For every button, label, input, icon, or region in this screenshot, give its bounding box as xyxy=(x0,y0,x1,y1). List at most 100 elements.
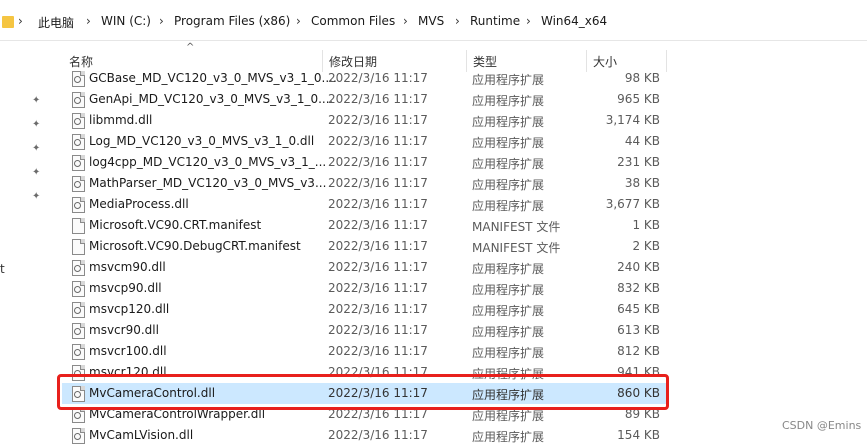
file-name: msvcr100.dll xyxy=(89,344,167,358)
file-type: 应用程序扩展 xyxy=(472,430,545,444)
chevron-right-icon[interactable]: › xyxy=(159,14,164,28)
file-size: 240 KB xyxy=(617,260,660,274)
pin-icon[interactable]: ✦ xyxy=(32,192,42,202)
dll-file-icon xyxy=(72,260,85,276)
file-date: 2022/3/16 11:17 xyxy=(328,323,428,337)
file-size: 38 KB xyxy=(624,176,660,190)
breadcrumb-item[interactable]: Runtime xyxy=(470,14,520,28)
chevron-right-icon[interactable]: › xyxy=(403,14,408,28)
file-row[interactable]: Log_MD_VC120_v3_0_MVS_v3_1_0.dll 2022/3/1… xyxy=(62,131,668,152)
manifest-file-icon xyxy=(72,218,85,234)
chevron-right-icon[interactable]: › xyxy=(526,14,531,28)
file-date: 2022/3/16 11:17 xyxy=(328,176,428,190)
file-date: 2022/3/16 11:17 xyxy=(328,71,428,85)
file-date: 2022/3/16 11:17 xyxy=(328,344,428,358)
breadcrumb-item[interactable]: 此电脑 xyxy=(38,14,74,31)
file-type: MANIFEST 文件 xyxy=(472,241,561,255)
file-type: 应用程序扩展 xyxy=(472,178,545,192)
dll-file-icon xyxy=(72,302,85,318)
file-name: msvcr90.dll xyxy=(89,323,159,337)
chevron-right-icon[interactable]: › xyxy=(455,14,460,28)
file-type: 应用程序扩展 xyxy=(472,325,545,339)
breadcrumb-item[interactable]: MVS xyxy=(418,14,444,28)
sort-ascending-icon: ^ xyxy=(186,42,195,53)
file-type: 应用程序扩展 xyxy=(472,304,545,318)
file-row[interactable]: msvcp120.dll 2022/3/16 11:17 应用程序扩展 645 KB xyxy=(62,299,668,320)
file-date: 2022/3/16 11:17 xyxy=(328,428,428,442)
file-date: 2022/3/16 11:17 xyxy=(328,113,428,127)
file-row[interactable]: msvcr90.dll 2022/3/16 11:17 应用程序扩展 613 KB xyxy=(62,320,668,341)
dll-file-icon xyxy=(72,92,85,108)
file-name: Microsoft.VC90.DebugCRT.manifest xyxy=(89,239,301,253)
file-date: 2022/3/16 11:17 xyxy=(328,92,428,106)
folder-icon xyxy=(2,16,14,28)
dll-file-icon xyxy=(72,197,85,213)
file-type: 应用程序扩展 xyxy=(472,136,545,150)
file-type: 应用程序扩展 xyxy=(472,346,545,360)
file-name: MediaProcess.dll xyxy=(89,197,189,211)
dll-file-icon xyxy=(72,344,85,360)
file-name: log4cpp_MD_VC120_v3_0_MVS_v3_1_... xyxy=(89,155,327,169)
file-size: 3,174 KB xyxy=(605,113,660,127)
file-row[interactable]: GenApi_MD_VC120_v3_0_MVS_v3_1_0.... 2022/… xyxy=(62,89,668,110)
file-size: 231 KB xyxy=(617,155,660,169)
file-row[interactable]: Microsoft.VC90.DebugCRT.manifest 2022/3/1… xyxy=(62,236,668,257)
chevron-right-icon[interactable]: › xyxy=(86,14,91,28)
pin-icon[interactable]: ✦ xyxy=(32,144,42,154)
file-name: msvcm90.dll xyxy=(89,260,166,274)
nav-pane-item[interactable]: t xyxy=(0,262,5,276)
dll-file-icon xyxy=(72,113,85,129)
file-date: 2022/3/16 11:17 xyxy=(328,197,428,211)
file-date: 2022/3/16 11:17 xyxy=(328,218,428,232)
file-size: 2 KB xyxy=(632,239,660,253)
file-type: 应用程序扩展 xyxy=(472,115,545,129)
file-row[interactable]: MediaProcess.dll 2022/3/16 11:17 应用程序扩展 3,6… xyxy=(62,194,668,215)
pin-icon[interactable]: ✦ xyxy=(32,168,42,178)
file-size: 154 KB xyxy=(617,428,660,442)
file-date: 2022/3/16 11:17 xyxy=(328,134,428,148)
file-size: 98 KB xyxy=(624,71,660,85)
pin-icon[interactable]: ✦ xyxy=(32,120,42,130)
file-row[interactable]: libmmd.dll 2022/3/16 11:17 应用程序扩展 3,174 KB xyxy=(62,110,668,131)
file-name: Microsoft.VC90.CRT.manifest xyxy=(89,218,262,232)
highlight-annotation xyxy=(57,374,669,410)
file-name: GenApi_MD_VC120_v3_0_MVS_v3_1_0.... xyxy=(89,92,334,106)
file-size: 1 KB xyxy=(632,218,660,232)
breadcrumb-item[interactable]: Common Files xyxy=(311,14,395,28)
file-row[interactable]: log4cpp_MD_VC120_v3_0_MVS_v3_1_... 2022/3… xyxy=(62,152,668,173)
file-type: 应用程序扩展 xyxy=(472,262,545,276)
dll-file-icon xyxy=(72,71,85,87)
file-size: 44 KB xyxy=(624,134,660,148)
file-row[interactable]: msvcp90.dll 2022/3/16 11:17 应用程序扩展 832 KB xyxy=(62,278,668,299)
chevron-right-icon[interactable]: › xyxy=(296,14,301,28)
file-date: 2022/3/16 11:17 xyxy=(328,155,428,169)
breadcrumb-item[interactable]: Program Files (x86) xyxy=(174,14,290,28)
chevron-right-icon[interactable]: › xyxy=(18,14,23,28)
pin-icon[interactable]: ✦ xyxy=(32,96,42,106)
file-row[interactable]: MvCamLVision.dll 2022/3/16 11:17 应用程序扩展 154… xyxy=(62,425,668,446)
file-size: 832 KB xyxy=(617,281,660,295)
address-bar[interactable]: › 此电脑 › WIN (C:) › Program Files (x86) ›… xyxy=(0,0,867,41)
file-date: 2022/3/16 11:17 xyxy=(328,239,428,253)
file-size: 965 KB xyxy=(617,92,660,106)
dll-file-icon xyxy=(72,428,85,444)
breadcrumb-item[interactable]: WIN (C:) xyxy=(101,14,151,28)
file-type: 应用程序扩展 xyxy=(472,73,545,87)
file-type: 应用程序扩展 xyxy=(472,283,545,297)
dll-file-icon xyxy=(72,134,85,150)
file-type: 应用程序扩展 xyxy=(472,199,545,213)
breadcrumb-item[interactable]: Win64_x64 xyxy=(541,14,607,28)
file-row[interactable]: Microsoft.VC90.CRT.manifest 2022/3/16 11:… xyxy=(62,215,668,236)
file-row[interactable]: msvcr100.dll 2022/3/16 11:17 应用程序扩展 812 KB xyxy=(62,341,668,362)
file-name: MvCamLVision.dll xyxy=(89,428,194,442)
file-size: 812 KB xyxy=(617,344,660,358)
file-row[interactable]: MathParser_MD_VC120_v3_0_MVS_v3... 2022/3… xyxy=(62,173,668,194)
file-row[interactable]: GCBase_MD_VC120_v3_0_MVS_v3_1_0.... 2022/… xyxy=(62,68,668,89)
file-row[interactable]: msvcm90.dll 2022/3/16 11:17 应用程序扩展 240 KB xyxy=(62,257,668,278)
file-name: GCBase_MD_VC120_v3_0_MVS_v3_1_0.... xyxy=(89,71,337,85)
file-type: MANIFEST 文件 xyxy=(472,220,561,234)
dll-file-icon xyxy=(72,281,85,297)
file-name: msvcp120.dll xyxy=(89,302,170,316)
file-name: Log_MD_VC120_v3_0_MVS_v3_1_0.dll xyxy=(89,134,315,148)
file-date: 2022/3/16 11:17 xyxy=(328,302,428,316)
